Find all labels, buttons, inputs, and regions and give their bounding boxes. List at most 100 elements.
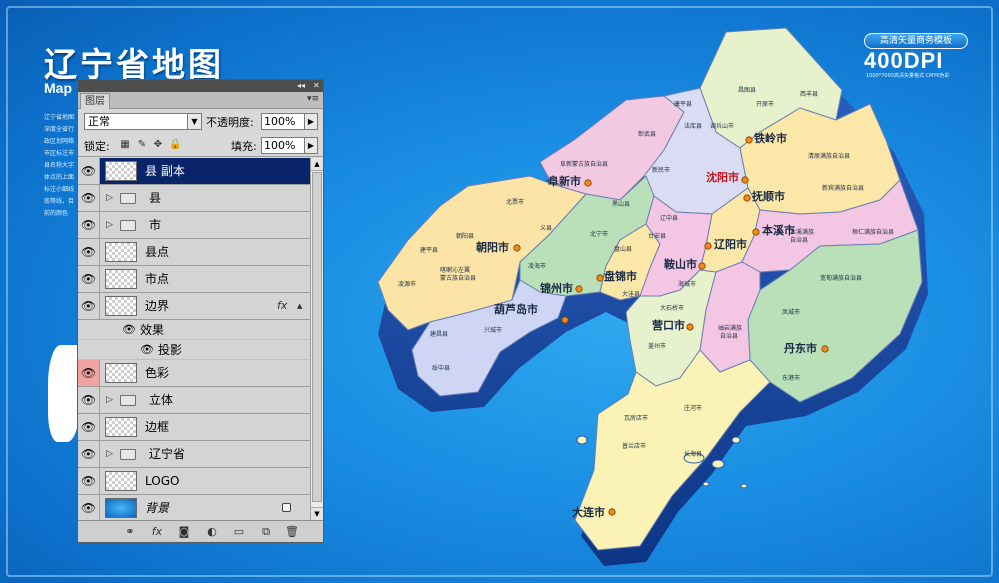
svg-text:绥中县: 绥中县: [432, 364, 450, 372]
chevron-down-icon[interactable]: ▼: [187, 114, 201, 129]
layer-name: 县点: [145, 245, 170, 259]
collapse-effects-icon[interactable]: ▲: [297, 293, 302, 319]
effect-group-row[interactable]: 👁 效果: [78, 320, 310, 340]
svg-text:长海县: 长海县: [684, 450, 702, 458]
eye-icon[interactable]: 👁: [78, 495, 100, 520]
svg-text:开原市: 开原市: [756, 100, 774, 108]
layer-row[interactable]: 👁 边界 fx ▲: [78, 293, 310, 320]
svg-text:瓦房店市: 瓦房店市: [624, 414, 648, 422]
new-layer-icon[interactable]: ⧉: [258, 524, 274, 540]
opacity-input[interactable]: 100%: [261, 113, 305, 130]
effect-name: 投影: [158, 343, 183, 357]
layer-row[interactable]: 👁 边框: [78, 414, 310, 441]
layer-group-row[interactable]: 👁 ▷ 市: [78, 212, 310, 239]
fx-icon[interactable]: fx: [277, 293, 287, 319]
lock-transparency-icon[interactable]: ▦: [119, 139, 131, 151]
expand-triangle-icon[interactable]: ▷: [106, 212, 113, 238]
svg-text:庄河市: 庄河市: [684, 404, 702, 412]
svg-text:营口市: 营口市: [652, 318, 685, 332]
svg-text:盘山县: 盘山县: [614, 245, 632, 253]
eye-icon[interactable]: 👁: [78, 293, 100, 319]
svg-text:建昌县: 建昌县: [430, 330, 448, 338]
svg-text:鞍山市: 鞍山市: [664, 257, 697, 271]
opacity-stepper-icon[interactable]: ▶: [304, 113, 318, 130]
folder-icon: [120, 220, 136, 231]
layer-name: 背景: [145, 501, 170, 515]
layer-row[interactable]: 👁 背景: [78, 495, 310, 520]
layers-scrollbar[interactable]: ▲ ▼: [310, 158, 323, 520]
layer-group-row[interactable]: 👁 ▷ 立体: [78, 387, 310, 414]
eye-icon[interactable]: 👁: [78, 212, 100, 238]
eye-icon[interactable]: 👁: [78, 414, 100, 440]
layer-thumbnail: [105, 471, 137, 491]
layer-thumbnail: [105, 296, 137, 316]
adjustment-layer-icon[interactable]: ◐: [204, 524, 220, 540]
close-icon[interactable]: ✕: [313, 80, 320, 92]
blend-mode-value: 正常: [88, 115, 110, 128]
layer-group-row[interactable]: 👁 ▷ 辽宁省: [78, 441, 310, 468]
effect-name: 效果: [140, 323, 165, 337]
fill-input[interactable]: 100%: [261, 137, 305, 154]
svg-text:黑山县: 黑山县: [612, 200, 630, 208]
svg-text:法库县: 法库县: [684, 122, 702, 130]
scroll-thumb[interactable]: [312, 172, 322, 502]
expand-triangle-icon[interactable]: ▷: [106, 387, 113, 413]
tab-layers[interactable]: 图层: [80, 93, 110, 109]
eye-icon[interactable]: 👁: [78, 360, 100, 386]
panel-menu-icon[interactable]: ▾≡: [307, 94, 319, 104]
svg-text:蒙古族自治县: 蒙古族自治县: [440, 274, 476, 282]
svg-text:海城市: 海城市: [678, 280, 696, 288]
layers-panel: ◂◂ ✕ 图层 ▾≡ 正常 ▼ 不透明度: 100% ▶ 锁定: ▦ ✎ ✥ 🔒…: [77, 79, 324, 543]
expand-triangle-icon[interactable]: ▷: [106, 441, 113, 467]
blend-row: 正常 ▼ 不透明度: 100% ▶: [78, 109, 323, 133]
svg-text:凌海市: 凌海市: [528, 262, 546, 270]
svg-text:清原满族自治县: 清原满族自治县: [808, 152, 850, 160]
eye-icon[interactable]: 👁: [140, 340, 154, 360]
expand-triangle-icon[interactable]: ▷: [106, 185, 113, 211]
scroll-down-icon[interactable]: ▼: [311, 507, 323, 520]
add-style-icon[interactable]: fx: [149, 524, 165, 540]
layer-thumbnail: [105, 498, 137, 518]
layer-thumbnail: [105, 161, 137, 181]
eye-icon[interactable]: 👁: [78, 468, 100, 494]
eye-icon[interactable]: 👁: [78, 185, 100, 211]
lock-label: 锁定:: [84, 140, 110, 153]
layers-list: 👁 县 副本 👁 ▷ 县 👁 ▷ 市 👁 县点 👁 市点 👁 边界 fx ▲ 👁…: [78, 158, 310, 520]
panel-titlebar[interactable]: ◂◂ ✕: [78, 80, 323, 92]
trash-icon[interactable]: 🗑: [284, 524, 300, 540]
new-group-icon[interactable]: ▭: [231, 524, 247, 540]
layer-row[interactable]: 👁 市点: [78, 266, 310, 293]
svg-text:建平县: 建平县: [420, 246, 438, 254]
eye-icon[interactable]: 👁: [122, 320, 136, 340]
svg-text:义县: 义县: [540, 225, 552, 232]
layer-row[interactable]: 👁 色彩: [78, 360, 310, 387]
blend-mode-select[interactable]: 正常 ▼: [84, 113, 202, 130]
svg-text:抚顺市: 抚顺市: [752, 189, 785, 203]
add-mask-icon[interactable]: ◙: [176, 524, 192, 540]
lock-paint-icon[interactable]: ✎: [136, 139, 148, 151]
eye-icon[interactable]: 👁: [78, 239, 100, 265]
scroll-up-icon[interactable]: ▲: [311, 158, 323, 171]
fill-stepper-icon[interactable]: ▶: [304, 137, 318, 154]
layer-name: 市: [149, 218, 162, 232]
layer-row[interactable]: 👁 县点: [78, 239, 310, 266]
lock-move-icon[interactable]: ✥: [152, 139, 164, 151]
layer-row[interactable]: 👁 县 副本: [78, 158, 310, 185]
svg-text:桓仁满族自治县: 桓仁满族自治县: [852, 228, 894, 236]
eye-icon[interactable]: 👁: [78, 266, 100, 292]
layer-group-row[interactable]: 👁 ▷ 县: [78, 185, 310, 212]
eye-icon[interactable]: 👁: [78, 387, 100, 413]
svg-text:辽阳市: 辽阳市: [714, 237, 747, 251]
svg-text:大洼县: 大洼县: [622, 290, 640, 298]
svg-text:丹东市: 丹东市: [784, 341, 817, 355]
layer-row[interactable]: 👁 LOGO: [78, 468, 310, 495]
svg-text:岫岩满族: 岫岩满族: [718, 324, 742, 332]
svg-text:凤城市: 凤城市: [782, 308, 800, 316]
collapse-icon[interactable]: ◂◂: [297, 80, 305, 92]
eye-icon[interactable]: 👁: [78, 158, 100, 184]
link-layers-icon[interactable]: ⚭: [122, 524, 138, 540]
lock-all-icon[interactable]: 🔒: [169, 139, 181, 151]
eye-icon[interactable]: 👁: [78, 441, 100, 467]
effect-row[interactable]: 👁 投影: [78, 340, 310, 360]
svg-text:喀喇沁左翼: 喀喇沁左翼: [440, 266, 470, 274]
